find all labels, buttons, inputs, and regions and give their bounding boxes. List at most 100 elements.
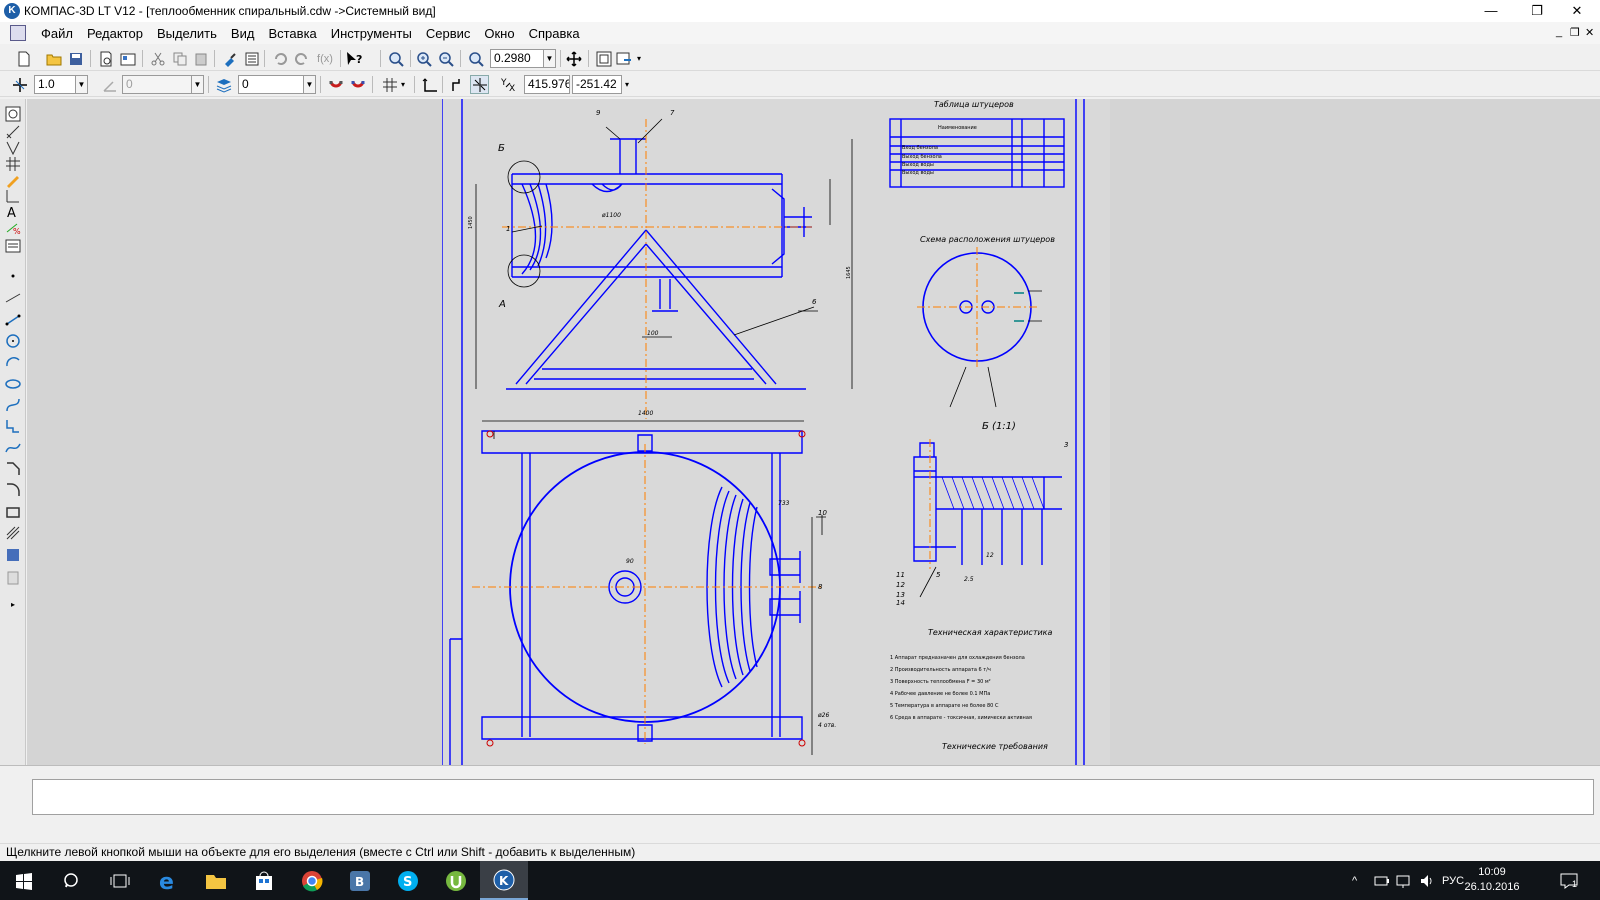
store-icon[interactable] <box>240 861 288 900</box>
cursor-coords-toggle-icon[interactable] <box>470 75 489 94</box>
hatch-tool-icon[interactable] <box>4 524 22 542</box>
minimize-button[interactable]: — <box>1468 0 1514 22</box>
utorrent-icon[interactable] <box>432 861 480 900</box>
rectangle-tool-icon[interactable] <box>4 503 22 521</box>
network-icon[interactable] <box>1396 861 1412 900</box>
reports-panel-icon[interactable] <box>4 237 22 255</box>
document-icon[interactable] <box>10 25 26 41</box>
arc-tool-icon[interactable] <box>4 353 22 371</box>
polyline-tool-icon[interactable] <box>4 417 22 435</box>
chrome-icon[interactable] <box>288 861 336 900</box>
menu-help[interactable]: Справка <box>522 26 587 41</box>
vk-icon[interactable]: B <box>336 861 384 900</box>
compact-toolbar: A % ▸ <box>0 99 26 765</box>
coord-y-input[interactable]: -251.42 <box>572 75 622 94</box>
fill-tool-icon[interactable] <box>4 546 22 564</box>
taskbar-clock[interactable]: 10:09 26.10.2016 <box>1462 865 1522 895</box>
cut-icon[interactable] <box>148 49 167 68</box>
grid-dropdown-arrow[interactable]: ▾ <box>398 75 408 94</box>
volume-icon[interactable] <box>1420 861 1436 900</box>
refresh-view-icon[interactable] <box>594 49 613 68</box>
menu-view[interactable]: Вид <box>224 26 262 41</box>
power-icon[interactable] <box>1374 861 1390 900</box>
start-icon[interactable] <box>0 861 48 900</box>
close-button[interactable]: ✕ <box>1554 0 1600 22</box>
tech-char-line-4: 4 Рабочее давление не более 0.1 МПа <box>890 691 990 697</box>
paste-icon[interactable] <box>192 49 211 68</box>
menu-tools[interactable]: Инструменты <box>324 26 419 41</box>
properties-input-box[interactable] <box>32 779 1594 815</box>
menu-editor[interactable]: Редактор <box>80 26 150 41</box>
zoom-window-icon[interactable] <box>386 49 405 68</box>
help-pointer-icon[interactable]: ? <box>344 49 363 68</box>
cursor-step-input[interactable]: 1.0 <box>34 75 76 94</box>
layer-input[interactable]: 0 <box>238 75 304 94</box>
print-preview-icon[interactable] <box>96 49 115 68</box>
segment-tool-icon[interactable] <box>4 311 22 329</box>
ellipse-tool-icon[interactable] <box>4 375 22 393</box>
language-indicator[interactable]: РУС <box>1442 861 1464 900</box>
menu-insert[interactable]: Вставка <box>261 26 323 41</box>
zoom-in-icon[interactable] <box>414 49 433 68</box>
zoom-out-icon[interactable] <box>436 49 455 68</box>
collection-tool-icon[interactable] <box>4 569 22 587</box>
new-file-icon[interactable] <box>14 49 33 68</box>
format-painter-icon[interactable] <box>220 49 239 68</box>
table-title: Таблица штуцеров <box>934 100 1014 109</box>
skype-icon[interactable]: S <box>384 861 432 900</box>
pos-10-label: 10 <box>818 509 827 517</box>
snap-magnet-icon[interactable] <box>326 75 345 94</box>
grid-icon[interactable] <box>380 75 399 94</box>
compact-toolbar-expand-icon[interactable]: ▸ <box>4 595 22 613</box>
edge-browser-icon[interactable]: e <box>144 861 192 900</box>
svg-text:?: ? <box>356 53 362 66</box>
copy-icon[interactable] <box>170 49 189 68</box>
auxiliary-line-icon[interactable] <box>4 289 22 307</box>
zoom-dropdown-arrow[interactable]: ▼ <box>544 49 556 68</box>
dim-12-label: 12 <box>986 552 994 559</box>
mdi-close-button[interactable]: ✕ <box>1585 26 1594 39</box>
kompas-taskbar-icon[interactable]: K <box>480 861 528 900</box>
geometry-panel-icon[interactable] <box>4 105 22 123</box>
zoom-scale-icon[interactable] <box>466 49 485 68</box>
round-icon[interactable] <box>448 75 467 94</box>
circle-tool-icon[interactable] <box>4 332 22 350</box>
notifications-icon[interactable]: 1 <box>1560 861 1578 900</box>
spec-panel-icon[interactable]: % <box>4 219 22 237</box>
step-dropdown-arrow[interactable]: ▼ <box>76 75 88 94</box>
toolbar2-overflow-icon[interactable]: ▾ <box>622 75 632 94</box>
toolbar-overflow-icon[interactable]: ▾ <box>634 49 644 68</box>
redo-icon[interactable] <box>292 49 311 68</box>
undo-icon[interactable] <box>270 49 289 68</box>
open-folder-icon[interactable] <box>44 49 63 68</box>
calculator-icon[interactable] <box>242 49 261 68</box>
function-button[interactable]: f(x) <box>314 49 336 68</box>
view-manager-icon[interactable] <box>614 49 633 68</box>
file-explorer-icon[interactable] <box>192 861 240 900</box>
mdi-restore-button[interactable]: ❐ <box>1570 26 1580 39</box>
layer-dropdown-arrow[interactable]: ▼ <box>304 75 316 94</box>
point-tool-icon[interactable] <box>4 267 22 285</box>
drawing-sheet[interactable]: Таблица штуцеров Схема расположения штуц… <box>441 99 1110 765</box>
properties-icon[interactable] <box>118 49 137 68</box>
mdi-minimize-button[interactable]: _ <box>1556 26 1562 38</box>
menu-select[interactable]: Выделить <box>150 26 224 41</box>
spline-tool-icon[interactable] <box>4 396 22 414</box>
save-icon[interactable] <box>66 49 85 68</box>
cursor-step-icon[interactable] <box>10 75 29 94</box>
layer-icon[interactable] <box>214 75 233 94</box>
pan-icon[interactable] <box>564 49 583 68</box>
local-snap-icon[interactable] <box>348 75 367 94</box>
coord-x-input[interactable]: 415.976 <box>524 75 570 94</box>
zoom-scale-input[interactable]: 0.2980 <box>490 49 544 68</box>
tray-expand-icon[interactable]: ^ <box>1352 861 1357 900</box>
menu-window[interactable]: Окно <box>477 26 521 41</box>
ortho-icon[interactable] <box>420 75 439 94</box>
menu-file[interactable]: Файл <box>34 26 80 41</box>
menu-service[interactable]: Сервис <box>419 26 478 41</box>
search-icon[interactable] <box>48 861 96 900</box>
bezier-tool-icon[interactable] <box>4 439 22 457</box>
fillet-tool-icon[interactable] <box>4 481 22 499</box>
task-view-icon[interactable] <box>96 861 144 900</box>
chamfer-tool-icon[interactable] <box>4 460 22 478</box>
